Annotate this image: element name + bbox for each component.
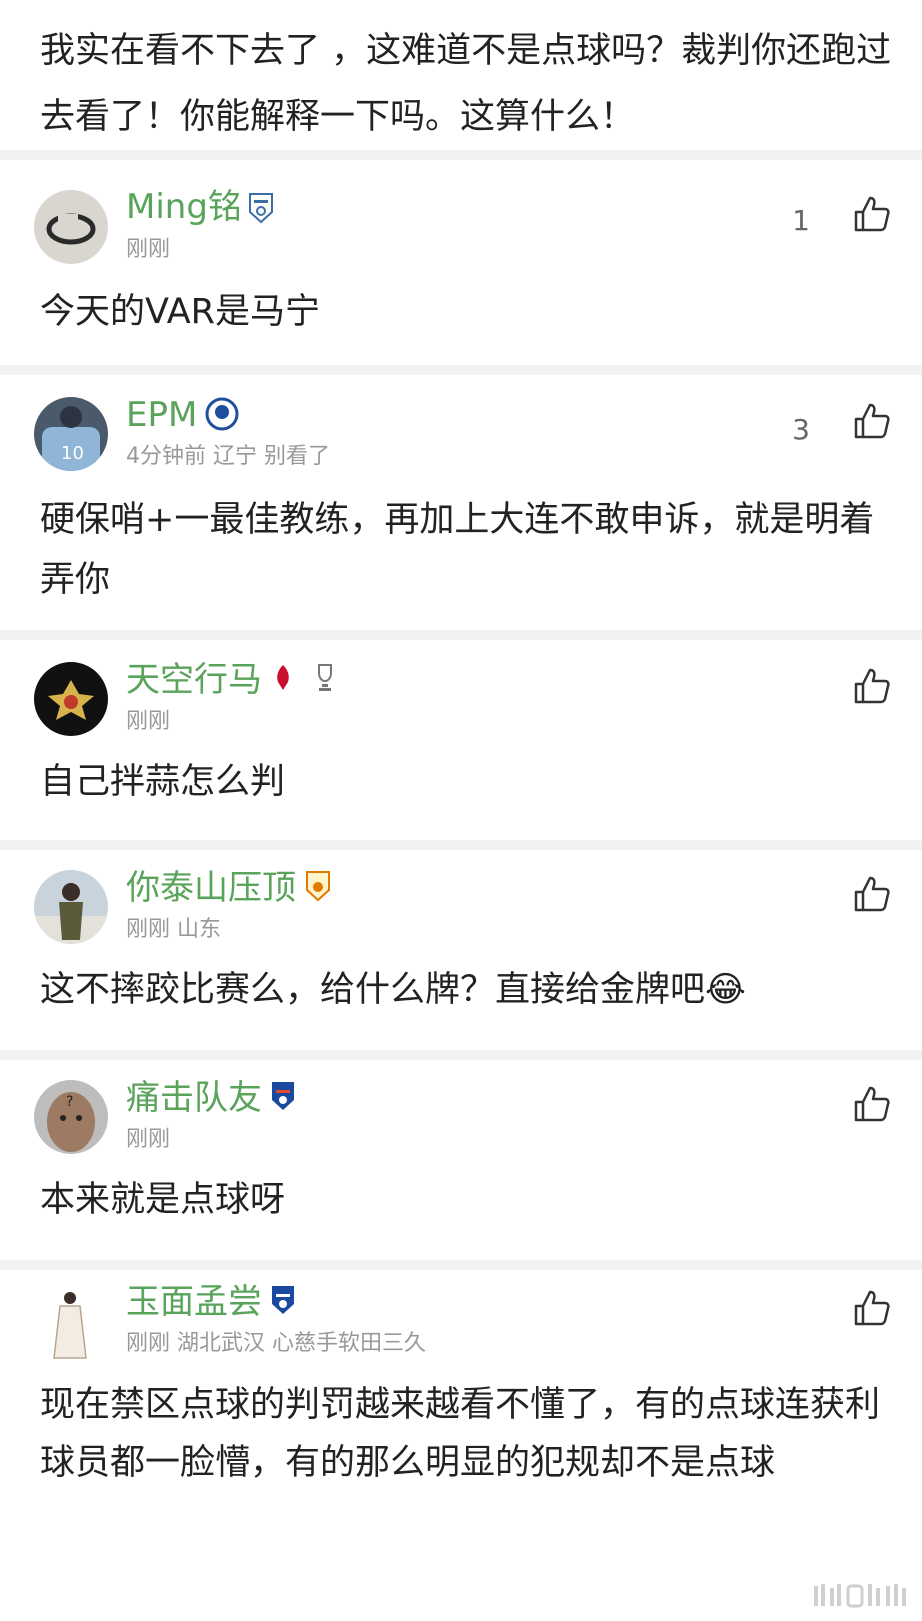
like-count: 1 [792, 204, 810, 237]
comment-item[interactable]: 10 EPM 4分钟前 辽宁 别看了 3 硬保哨+一最佳教练，再加上大连不敢申诉… [0, 375, 922, 630]
comment-text: 硬保哨+一最佳教练，再加上大连不敢申诉，就是明着弄你 [40, 500, 875, 600]
comment-item[interactable]: ? 痛击队友 刚刚 本来就是点球呀 [0, 1060, 922, 1260]
team-badge-icon [272, 1286, 294, 1314]
separator [0, 365, 922, 375]
comment-meta: 刚刚 湖北武汉 心慈手软田三久 [126, 1331, 426, 1356]
team-badge-icon [249, 193, 273, 224]
thumbs-up-icon[interactable] [852, 194, 892, 234]
comment-meta: 刚刚 [126, 709, 171, 734]
username[interactable]: EPM [126, 395, 197, 435]
like-count: 3 [792, 413, 810, 446]
username[interactable]: 玉面孟尝 [126, 1282, 262, 1322]
team-badge-icon [306, 871, 330, 902]
svg-text:?: ? [66, 1094, 73, 1110]
avatar[interactable] [34, 662, 108, 736]
comment-text: 自己拌蒜怎么判 [40, 762, 286, 802]
username[interactable]: 天空行马 [126, 660, 262, 700]
separator [0, 840, 922, 850]
comment-item[interactable]: 你泰山压顶 刚刚 山东 这不摔跤比赛么，给什么牌？直接给金牌吧😂 [0, 850, 922, 1050]
team-badge-icon [272, 1082, 294, 1110]
trophy-icon [318, 664, 332, 691]
team-badge-icon [277, 665, 289, 690]
comment-meta: 4分钟前 辽宁 别看了 [126, 444, 330, 469]
separator [0, 630, 922, 640]
separator [0, 150, 922, 160]
thumbs-up-icon[interactable] [852, 401, 892, 441]
thumbs-up-icon[interactable] [852, 1084, 892, 1124]
comment-meta: 刚刚 [126, 1127, 171, 1152]
comment-text: 现在禁区点球的判罚越来越看不懂了，有的点球连获利球员都一脸懵，有的那么明显的犯规… [40, 1385, 881, 1483]
comment-item[interactable]: Ming铭 刚刚 1 今天的VAR是马宁 [0, 160, 922, 365]
comment-meta: 刚刚 山东 [126, 917, 221, 942]
team-badge-icon [205, 397, 239, 431]
thumbs-up-icon[interactable] [852, 666, 892, 706]
comment-text: 本来就是点球呀 [40, 1180, 286, 1220]
avatar[interactable] [34, 190, 108, 264]
watermark-logo [814, 1584, 906, 1608]
username[interactable]: 你泰山压顶 [126, 868, 296, 908]
avatar[interactable]: 10 [34, 397, 108, 471]
separator [0, 1050, 922, 1060]
avatar[interactable]: ? [34, 1080, 108, 1154]
comment-text: 这不摔跤比赛么，给什么牌？直接给金牌吧😂 [40, 970, 746, 1010]
separator [0, 1260, 922, 1270]
thumbs-up-icon[interactable] [852, 1288, 892, 1328]
username[interactable]: 痛击队友 [126, 1078, 262, 1118]
username[interactable]: Ming铭 [126, 187, 242, 227]
comment-item[interactable]: 玉面孟尝 刚刚 湖北武汉 心慈手软田三久 现在禁区点球的判罚越来越看不懂了，有的… [0, 1270, 922, 1621]
comment-meta: 刚刚 [126, 237, 171, 262]
avatar[interactable] [40, 1288, 100, 1362]
comment-text: 今天的VAR是马宁 [40, 292, 320, 332]
thumbs-up-icon[interactable] [852, 874, 892, 914]
top-comment-text: 我实在看不下去了 ，这难道不是点球吗？裁判你还跑过去看了！你能解释一下吗。这算什… [40, 31, 892, 137]
avatar[interactable] [34, 870, 108, 944]
svg-text:10: 10 [61, 443, 84, 464]
comment-item[interactable]: 天空行马 刚刚 自己拌蒜怎么判 [0, 640, 922, 840]
